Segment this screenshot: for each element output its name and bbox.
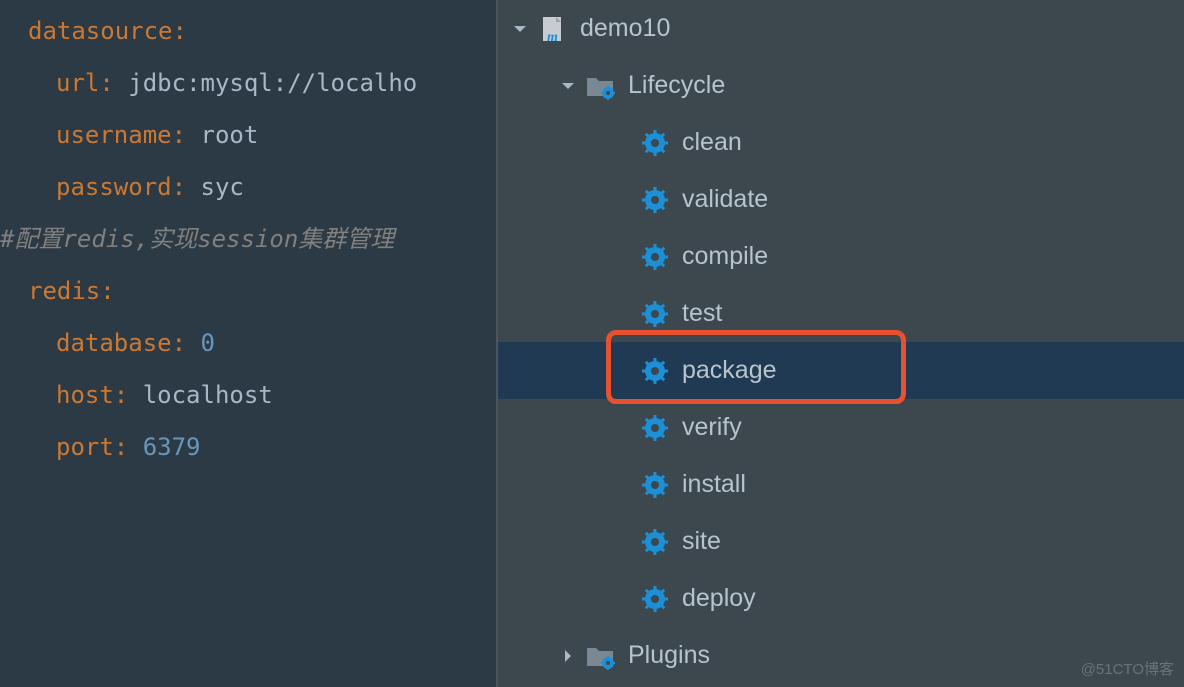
gear-icon (640, 128, 670, 158)
maven-goal-package[interactable]: package (498, 342, 1184, 399)
tree-label: Lifecycle (628, 71, 725, 100)
gear-icon (640, 299, 670, 329)
maven-goal-site[interactable]: site (498, 513, 1184, 570)
code-line-comment: #配置redis,实现session集群管理 (0, 213, 496, 265)
tree-label: deploy (682, 584, 756, 613)
gear-icon (640, 584, 670, 614)
tree-label: validate (682, 185, 768, 214)
gear-icon (640, 185, 670, 215)
gear-icon (640, 242, 670, 272)
gear-icon (640, 356, 670, 386)
gear-icon (640, 413, 670, 443)
watermark: @51CTO博客 (1081, 658, 1174, 679)
maven-goal-validate[interactable]: validate (498, 171, 1184, 228)
maven-goal-test[interactable]: test (498, 285, 1184, 342)
tree-label: clean (682, 128, 742, 157)
code-line: password: syc (0, 161, 496, 213)
tree-label: compile (682, 242, 768, 271)
maven-project-icon: m (538, 14, 568, 44)
tree-label: install (682, 470, 746, 499)
code-line: username: root (0, 109, 496, 161)
tree-label: package (682, 356, 777, 385)
gear-icon (640, 470, 670, 500)
tree-label: site (682, 527, 721, 556)
tree-node-project[interactable]: m demo10 (498, 0, 1184, 57)
code-editor[interactable]: datasource: url: jdbc:mysql://localho us… (0, 0, 496, 687)
code-line: url: jdbc:mysql://localho (0, 57, 496, 109)
maven-goal-verify[interactable]: verify (498, 399, 1184, 456)
tree-label: verify (682, 413, 742, 442)
tree-label: Plugins (628, 641, 710, 670)
code-line: database: 0 (0, 317, 496, 369)
maven-goal-compile[interactable]: compile (498, 228, 1184, 285)
maven-goal-clean[interactable]: clean (498, 114, 1184, 171)
chevron-down-icon[interactable] (558, 76, 578, 96)
tree-label: test (682, 299, 722, 328)
folder-gear-icon (586, 641, 616, 671)
folder-gear-icon (586, 71, 616, 101)
tree-label: demo10 (580, 14, 670, 43)
maven-panel[interactable]: m demo10 Lifecycle (496, 0, 1184, 687)
code-line: host: localhost (0, 369, 496, 421)
svg-text:m: m (547, 30, 558, 43)
maven-goal-deploy[interactable]: deploy (498, 570, 1184, 627)
code-line: redis: (0, 265, 496, 317)
tree-node-lifecycle[interactable]: Lifecycle (498, 57, 1184, 114)
chevron-right-icon[interactable] (558, 646, 578, 666)
maven-goal-install[interactable]: install (498, 456, 1184, 513)
chevron-down-icon[interactable] (510, 19, 530, 39)
gear-icon (640, 527, 670, 557)
code-line: port: 6379 (0, 421, 496, 473)
code-line: datasource: (0, 5, 496, 57)
